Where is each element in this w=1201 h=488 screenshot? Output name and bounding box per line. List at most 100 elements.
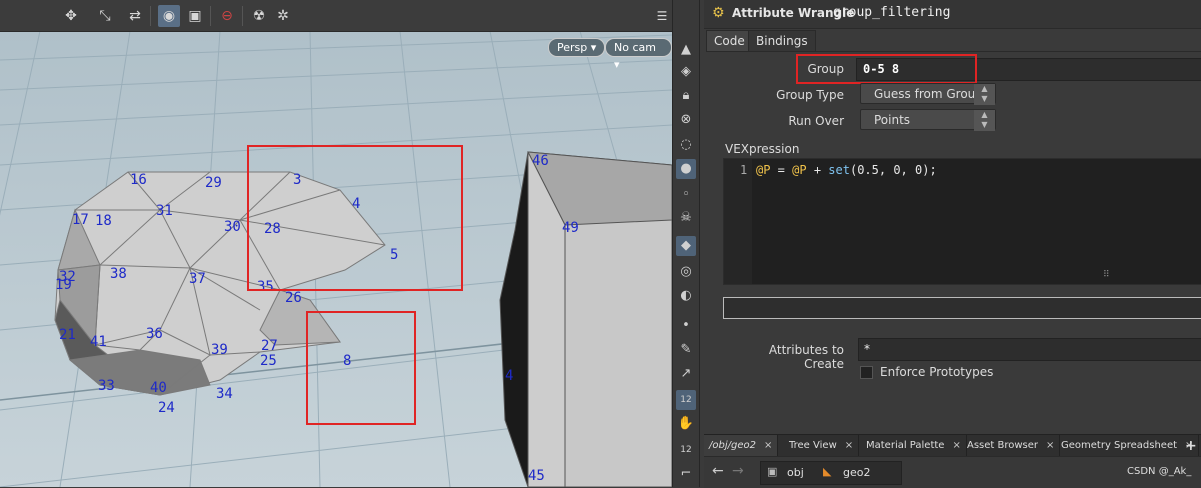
- geo-node-icon: ◣: [823, 465, 832, 478]
- parameter-panel: ⚙ Attribute Wrangle group_filtering Code…: [704, 0, 1201, 488]
- tab-asset-browser[interactable]: Asset Browser ×: [962, 435, 1061, 457]
- node-name-field[interactable]: group_filtering: [833, 5, 950, 20]
- forward-arrow-icon[interactable]: →: [732, 463, 744, 479]
- highlight-box-points-3-5: [247, 145, 463, 291]
- bug-icon[interactable]: ☢: [248, 5, 270, 27]
- vex-code-editor[interactable]: 1 @P = @P + set(0.5, 0, 0); ⠿: [723, 158, 1201, 285]
- run-over-label: Run Over: [788, 114, 844, 128]
- tab-label: Tree View: [789, 440, 837, 451]
- point-label: 17: [72, 212, 89, 228]
- point-label: 29: [205, 175, 222, 191]
- run-over-select[interactable]: Points ▲ ▼: [860, 109, 996, 131]
- render-icon[interactable]: ◆: [676, 236, 696, 256]
- close-icon[interactable]: ×: [764, 440, 772, 451]
- box-geometry: [499, 151, 672, 487]
- back-arrow-icon[interactable]: ←: [712, 463, 724, 479]
- tab-tree-view[interactable]: Tree View ×: [784, 435, 860, 457]
- code-args: (0.5, 0, 0);: [849, 163, 937, 177]
- highlight-box-group: [796, 54, 977, 84]
- vex-message-field[interactable]: [723, 297, 1201, 319]
- dot-icon[interactable]: •: [676, 316, 696, 336]
- pick-icon[interactable]: ↗: [676, 364, 696, 384]
- point-label: 45: [528, 468, 545, 484]
- geometry-icon[interactable]: ◈: [676, 62, 696, 82]
- path-obj[interactable]: obj: [787, 466, 804, 479]
- snap-icon[interactable]: ▣: [184, 5, 206, 27]
- point-label: 36: [146, 326, 163, 342]
- transform-icon[interactable]: ⤡: [94, 5, 116, 27]
- point-label: 27: [261, 338, 278, 354]
- lock-icon[interactable]: 🔒︎: [676, 86, 696, 106]
- number-icon[interactable]: 12: [676, 440, 696, 460]
- point-label: 37: [189, 271, 206, 287]
- watermark: CSDN @_Ak_: [1127, 466, 1192, 477]
- display-options-icon[interactable]: ☰: [651, 5, 673, 27]
- attributes-to-create-field[interactable]: *: [858, 338, 1201, 361]
- tab-geometry-spreadsheet[interactable]: Geometry Spreadsheet ×: [1056, 435, 1200, 457]
- camera-dropdown[interactable]: No cam ▾: [605, 38, 672, 71]
- tab-label: Geometry Spreadsheet: [1061, 440, 1178, 451]
- code-op: =: [770, 163, 793, 177]
- close-icon[interactable]: ×: [1046, 440, 1054, 451]
- point-label: 39: [211, 342, 228, 358]
- point-label: 33: [98, 378, 115, 394]
- persp-dropdown[interactable]: Persp ▾: [548, 38, 606, 57]
- select-point-icon[interactable]: ✋: [676, 414, 696, 434]
- persp-label: Persp: [557, 41, 588, 54]
- point-num-icon[interactable]: 12: [676, 390, 696, 410]
- close-circle-icon[interactable]: ⊗: [676, 110, 696, 130]
- tab-obj-geo2[interactable]: /obj/geo2 ×: [704, 435, 779, 457]
- obj-network-icon: ▣: [767, 465, 778, 478]
- tab-code[interactable]: Code: [706, 30, 753, 51]
- run-over-value: Points: [874, 113, 911, 127]
- network-tab-bar: /obj/geo2 × Tree View × Material Palette × …: [704, 434, 1201, 457]
- bulb-small-icon[interactable]: ◦: [676, 185, 696, 205]
- tab-label: /obj/geo2: [709, 440, 756, 451]
- point-label: 34: [216, 386, 233, 402]
- close-icon[interactable]: ×: [952, 440, 960, 451]
- arrow-up-icon[interactable]: ▲: [676, 40, 696, 60]
- eye-icon[interactable]: ◎: [676, 262, 696, 282]
- corner-icon[interactable]: ⌐: [676, 464, 696, 484]
- tab-label: Material Palette: [866, 440, 945, 451]
- chevron-down-icon: ▾: [614, 58, 620, 71]
- point-label: 4: [505, 368, 514, 384]
- point-label: 19: [55, 277, 72, 293]
- point-label: 16: [130, 172, 147, 188]
- select-icon[interactable]: ✥: [60, 5, 82, 27]
- point-num-badge: 12: [680, 395, 692, 405]
- tab-label: Asset Browser: [967, 440, 1039, 451]
- handle-icon[interactable]: ⇄: [124, 5, 146, 27]
- enforce-prototypes-checkbox[interactable]: [860, 366, 873, 379]
- chevron-down-icon: ▾: [590, 41, 597, 54]
- view-icon[interactable]: ◉: [158, 5, 180, 27]
- tab-bindings[interactable]: Bindings: [748, 30, 816, 51]
- viewport-toolbar: ✥ ⤡ ⇄ ◉ ▣ ⊖ ☢ ✲ ☰ ?: [0, 0, 694, 32]
- path-geo[interactable]: geo2: [843, 466, 870, 479]
- code-attr: @P: [756, 163, 771, 177]
- display-icon[interactable]: ◐: [676, 286, 696, 306]
- point-label: 30: [224, 219, 241, 235]
- record-icon[interactable]: ⊖: [216, 5, 238, 27]
- skull-icon[interactable]: ☠: [676, 208, 696, 228]
- brush-icon[interactable]: ✎: [676, 340, 696, 360]
- sphere-icon[interactable]: ◌: [676, 135, 696, 155]
- point-label: 21: [59, 327, 76, 343]
- close-icon[interactable]: ×: [845, 440, 853, 451]
- resize-grip-icon[interactable]: ⠿: [1103, 270, 1110, 280]
- scene-viewport[interactable]: 16 29 3 4 31 17 18 30 28 5 32 19 38 37 3…: [0, 0, 672, 487]
- group-type-value: Guess from Group: [874, 87, 983, 101]
- point-label: 26: [285, 290, 302, 306]
- group-type-select[interactable]: Guess from Group ▲ ▼: [860, 83, 996, 105]
- tab-material-palette[interactable]: Material Palette ×: [861, 435, 967, 457]
- code-function: set: [828, 163, 850, 177]
- bulb-icon[interactable]: ●: [676, 159, 696, 179]
- point-label: 18: [95, 213, 112, 229]
- gear-icon[interactable]: ✲: [272, 5, 294, 27]
- updown-arrows-icon: ▲ ▼: [974, 110, 995, 131]
- vexpression-label: VEXpression: [725, 142, 800, 156]
- point-label: 40: [150, 380, 167, 396]
- point-label: 46: [532, 153, 549, 169]
- camera-label: No cam: [614, 41, 656, 54]
- add-tab-icon[interactable]: +: [1180, 435, 1201, 457]
